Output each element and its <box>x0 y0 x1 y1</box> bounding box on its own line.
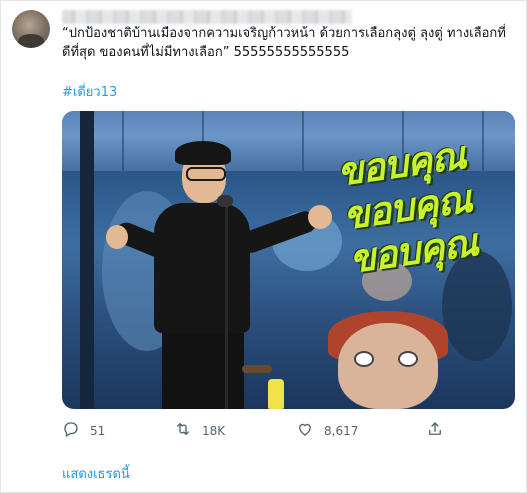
puppet-eye <box>354 351 374 367</box>
performer-legs <box>162 333 244 409</box>
mic-stand <box>225 203 228 409</box>
stool <box>242 365 272 373</box>
retweet-icon <box>174 420 192 441</box>
like-icon <box>296 420 314 441</box>
stage-pole <box>80 111 94 409</box>
tweet-image[interactable]: ขอบคุณ ขอบคุณ ขอบคุณ <box>62 111 515 409</box>
puppet-face <box>338 323 438 409</box>
tent-seam <box>122 111 124 171</box>
reply-icon <box>62 420 80 441</box>
like-count: 8,617 <box>324 423 359 438</box>
water-bottle <box>268 379 284 409</box>
performer-hand <box>308 205 332 229</box>
performer-hand <box>106 225 128 249</box>
retweet-button[interactable]: 18K <box>174 420 225 441</box>
show-thread-link[interactable]: แสดงเธรดนี้ <box>62 463 130 484</box>
like-button[interactable]: 8,617 <box>296 420 358 441</box>
tweet-actions: 51 18K 8,617 <box>58 420 458 442</box>
performer-hat <box>175 141 231 165</box>
share-button[interactable] <box>426 420 444 441</box>
image-caption: ขอบคุณ ขอบคุณ ขอบคุณ <box>334 129 513 300</box>
tweet-text: “ปกป้องชาติบ้านเมืองจากความเจริญก้าวหน้า… <box>62 26 506 60</box>
author-name-blurred[interactable] <box>62 10 352 24</box>
retweet-count: 18K <box>202 423 226 438</box>
avatar[interactable] <box>12 10 50 48</box>
share-icon <box>426 420 444 441</box>
reply-button[interactable]: 51 <box>62 420 105 441</box>
puppet-eye <box>398 351 418 367</box>
performer-glasses <box>186 167 226 181</box>
reply-count: 51 <box>90 423 106 438</box>
hashtag-link[interactable]: #เดี่ยว13 <box>62 81 117 102</box>
microphone <box>217 195 233 207</box>
performer-body <box>154 203 250 333</box>
tent-seam <box>302 111 304 171</box>
